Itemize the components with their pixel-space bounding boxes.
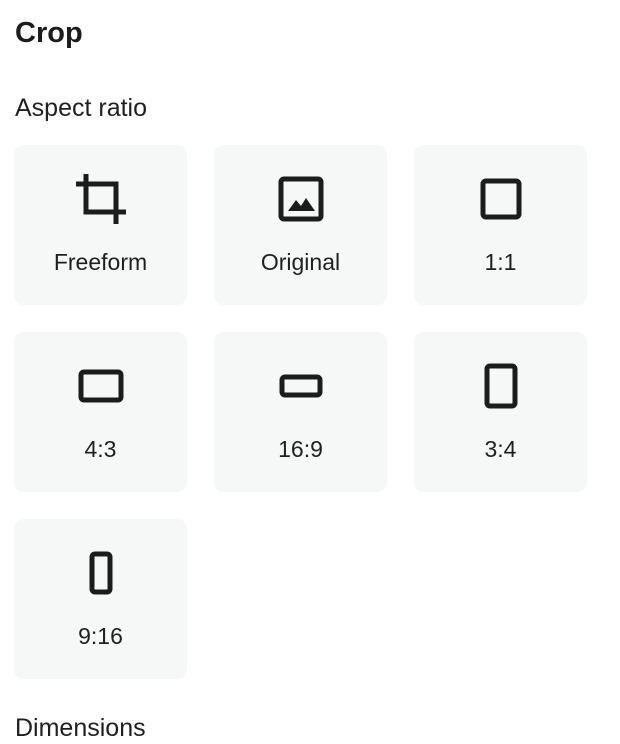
aspect-option-label: Original	[260, 249, 341, 275]
aspect-option-label: 4:3	[84, 436, 117, 462]
landscape-4-3-icon	[73, 358, 129, 414]
aspect-option-1-1[interactable]: 1:1	[414, 145, 587, 305]
aspect-option-4-3[interactable]: 4:3	[14, 332, 187, 492]
aspect-ratio-grid: Freeform Original 1:1 4:3 16:9 3:4 9:16	[14, 145, 587, 679]
aspect-option-label: 3:4	[484, 436, 517, 462]
aspect-option-3-4[interactable]: 3:4	[414, 332, 587, 492]
aspect-option-label: 1:1	[484, 249, 517, 275]
aspect-option-16-9[interactable]: 16:9	[214, 332, 387, 492]
aspect-option-original[interactable]: Original	[214, 145, 387, 305]
portrait-3-4-icon	[473, 358, 529, 414]
aspect-ratio-heading: Aspect ratio	[15, 94, 148, 122]
portrait-9-16-icon	[73, 545, 129, 601]
dimensions-heading: Dimensions	[15, 714, 146, 742]
crop-icon	[73, 171, 129, 227]
landscape-16-9-icon	[273, 358, 329, 414]
aspect-option-label: 16:9	[278, 436, 323, 462]
aspect-option-9-16[interactable]: 9:16	[14, 519, 187, 679]
square-icon	[473, 171, 529, 227]
aspect-option-freeform[interactable]: Freeform	[14, 145, 187, 305]
aspect-option-label: 9:16	[78, 623, 123, 649]
aspect-option-label: Freeform	[53, 249, 148, 275]
image-icon	[273, 171, 329, 227]
panel-title: Crop	[15, 17, 83, 49]
